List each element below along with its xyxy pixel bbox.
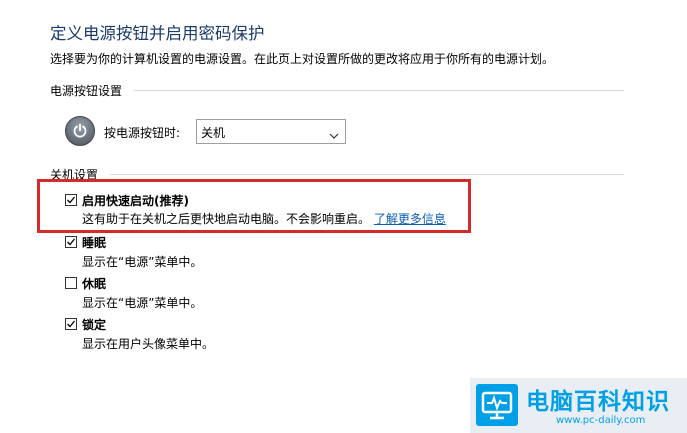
section-header-power-button: 电源按钮设置: [50, 84, 123, 98]
monitor-logo-icon: [476, 384, 518, 426]
lock-checkbox[interactable]: [65, 318, 77, 330]
section-divider: [134, 90, 624, 91]
power-button-label: 按电源按钮时:: [104, 126, 181, 140]
watermark: 电脑百科知识 www.pc-daily.com: [470, 378, 687, 433]
lock-description: 显示在用户头像菜单中。: [82, 337, 215, 351]
watermark-url: www.pc-daily.com: [556, 415, 646, 426]
power-icon: [65, 116, 95, 146]
hibernate-checkbox[interactable]: [65, 277, 77, 289]
page-description: 选择要为你的计算机设置的电源设置。在此页上对设置所做的更改将应用于你所有的电源计…: [50, 52, 555, 66]
hibernate-label: 休眠: [82, 277, 107, 291]
watermark-name: 电脑百科知识: [526, 389, 670, 415]
chevron-down-icon: [329, 126, 339, 145]
select-value: 关机: [201, 126, 226, 140]
page-title: 定义电源按钮并启用密码保护: [50, 24, 265, 43]
sleep-label: 睡眠: [82, 236, 107, 250]
checkmark-icon: [67, 320, 76, 328]
power-button-action-select[interactable]: 关机: [196, 119, 346, 144]
hibernate-description: 显示在“电源”菜单中。: [82, 296, 203, 310]
lock-label: 锁定: [82, 318, 107, 332]
sleep-description: 显示在“电源”菜单中。: [82, 255, 203, 269]
section-divider: [110, 174, 624, 175]
highlight-box: [37, 179, 471, 233]
checkmark-icon: [67, 238, 76, 246]
sleep-checkbox[interactable]: [65, 236, 77, 248]
